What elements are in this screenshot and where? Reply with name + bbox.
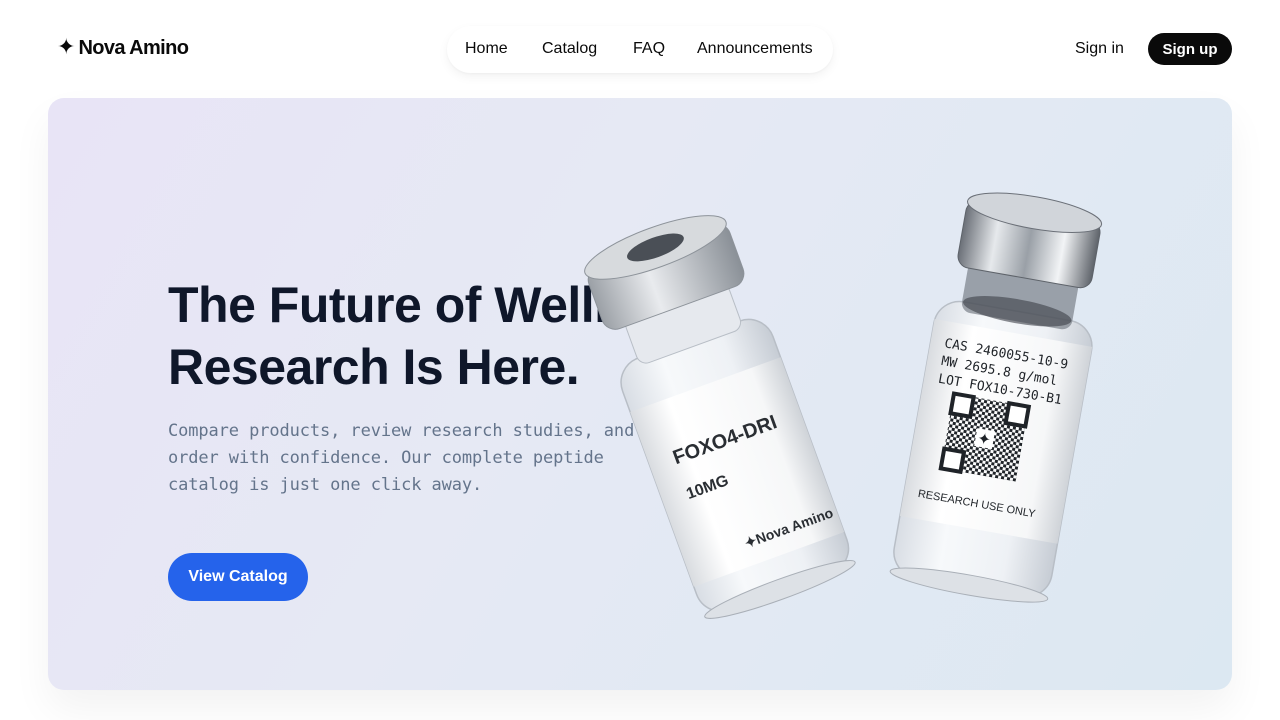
vial-label-back: CAS 2460055-10-9 MW 2695.8 g/mol LOT FOX… [889, 192, 1103, 603]
hero-title: The Future of Wellness Research Is Here. [168, 274, 728, 398]
svg-text:✦: ✦ [976, 428, 993, 449]
qr-code-icon: ✦ [938, 391, 1032, 482]
brand-name: Nova Amino [78, 36, 189, 59]
vial-foxo4: FOXO4-DRI 10MG ✦Nova Amino [584, 215, 856, 619]
vial-dose: 10MG [684, 472, 731, 503]
nav-home[interactable]: Home [465, 40, 508, 58]
sparkle-icon: ✦ [57, 35, 76, 60]
hero-title-line-2: Research Is Here. [168, 339, 580, 395]
view-catalog-button[interactable]: View Catalog [168, 553, 308, 601]
main-nav: Home Catalog FAQ Announcements [447, 26, 833, 73]
signup-button[interactable]: Sign up [1148, 33, 1232, 65]
vial-mw: MW 2695.8 g/mol [940, 354, 1058, 389]
vial-footer: RESEARCH USE ONLY [917, 488, 1037, 521]
nav-catalog[interactable]: Catalog [542, 40, 597, 58]
vial-brand-star-icon: ✦ [742, 532, 759, 551]
hero-description: Compare products, review research studie… [168, 421, 635, 495]
hero-section: The Future of Wellness Research Is Here.… [48, 98, 1232, 690]
nav-announcements[interactable]: Announcements [697, 40, 813, 58]
site-header: ✦ Nova Amino Home Catalog FAQ Announceme… [0, 0, 1280, 98]
brand-logo[interactable]: ✦ Nova Amino [57, 35, 189, 61]
signin-link[interactable]: Sign in [1075, 40, 1124, 58]
nav-faq[interactable]: FAQ [633, 40, 665, 58]
vial-brand: Nova Amino [753, 504, 835, 547]
vial-product-name: FOXO4-DRI [670, 411, 780, 469]
hero-title-line-1: The Future of Wellness [168, 277, 707, 333]
vial-lot: LOT FOX10-730-B1 [937, 372, 1063, 409]
svg-text:✦Nova Amino: ✦Nova Amino [742, 504, 835, 551]
vial-cas: CAS 2460055-10-9 [943, 336, 1069, 373]
